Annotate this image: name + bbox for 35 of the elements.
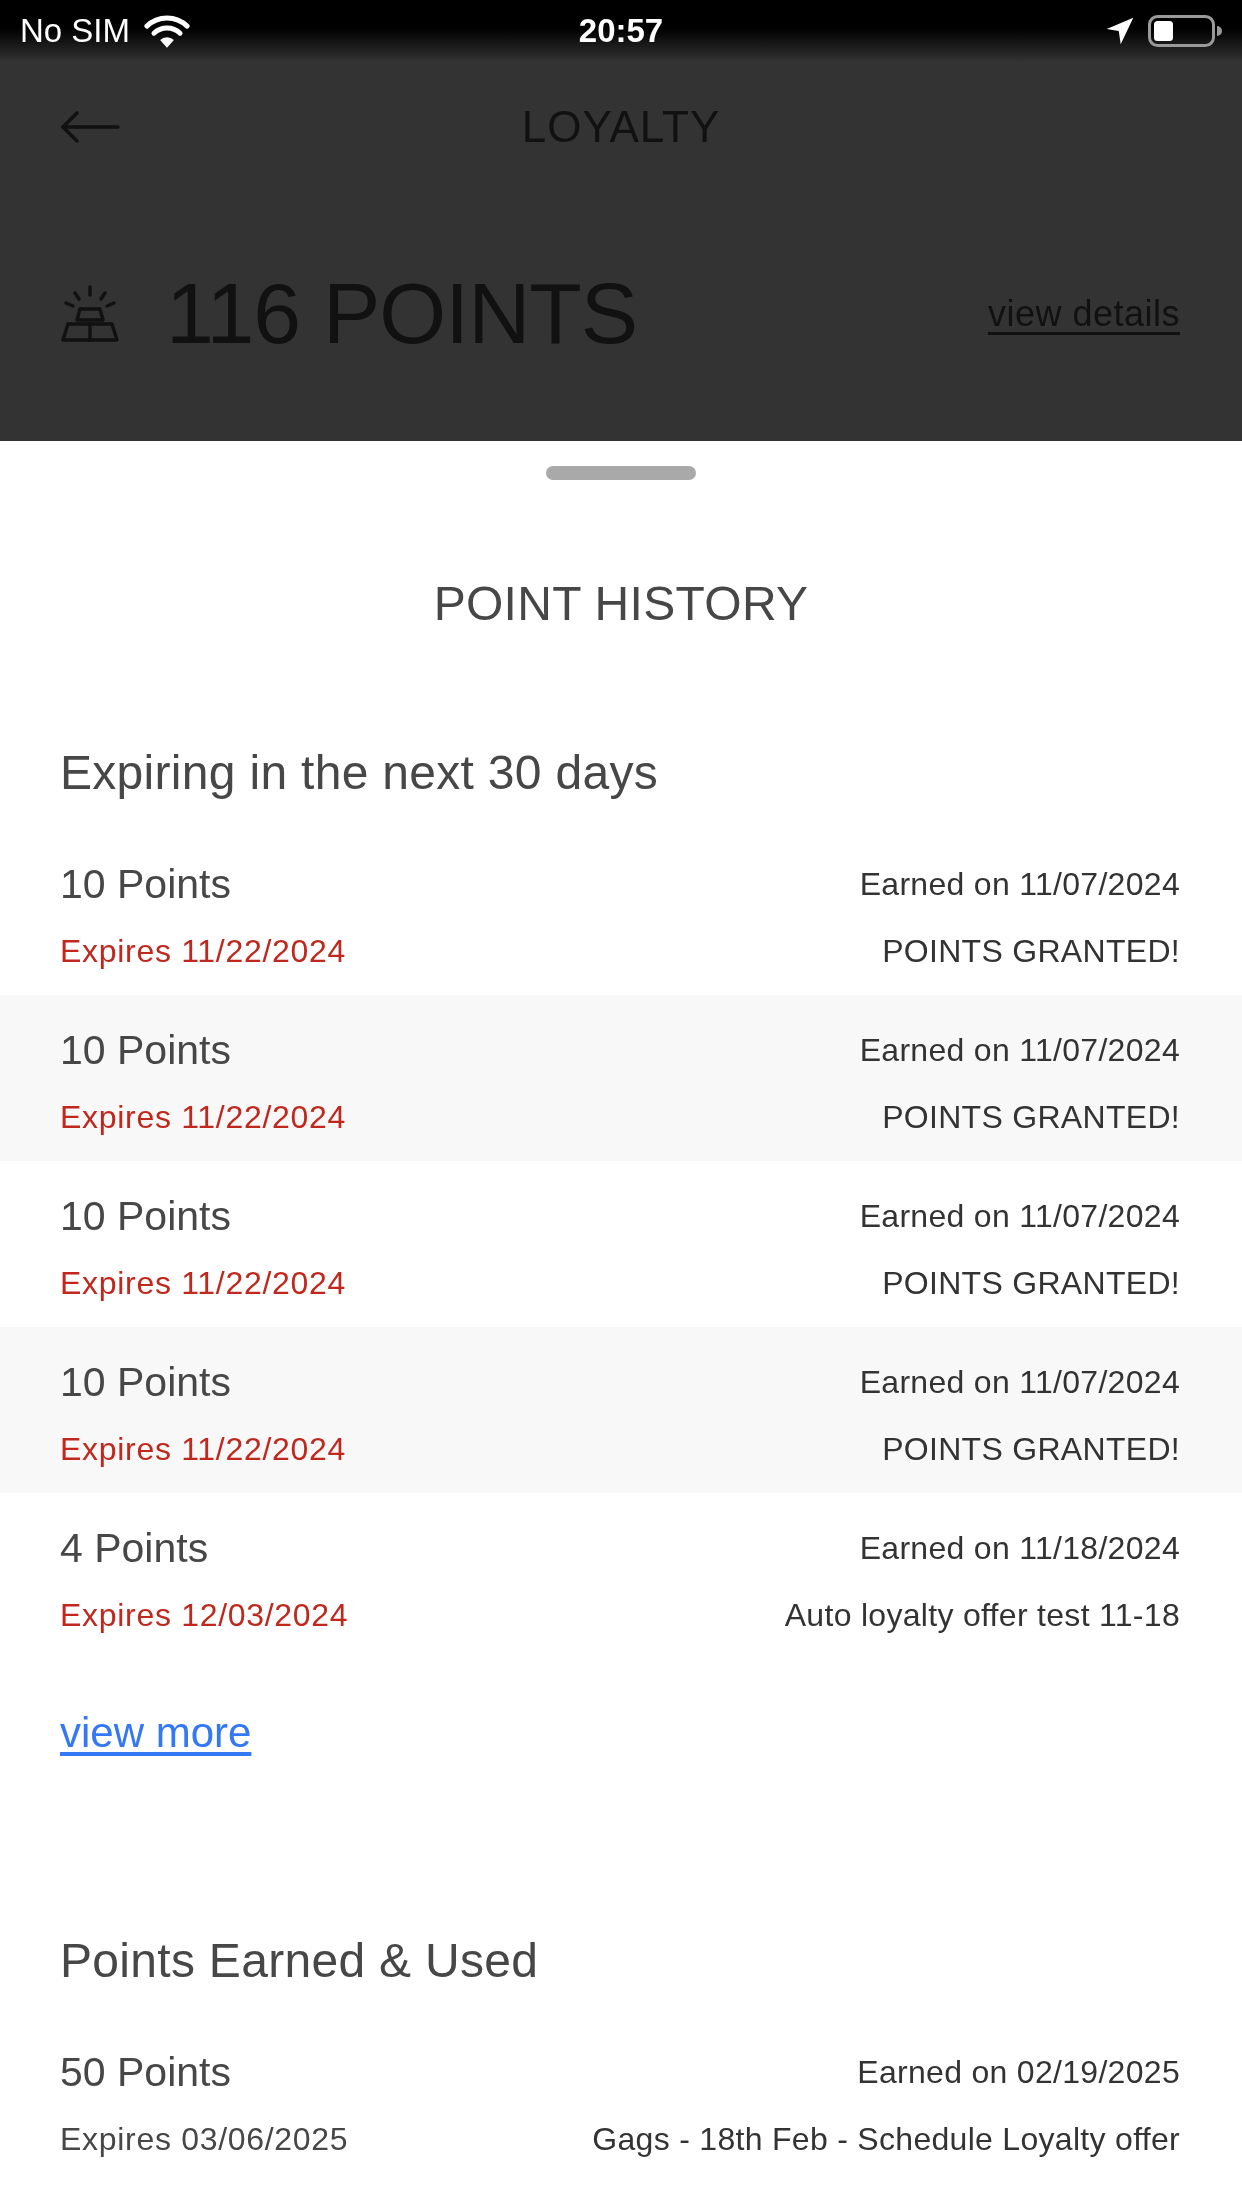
expiry-date: Expires 11/22/2024 xyxy=(60,931,346,971)
earned-date: Earned on 11/07/2024 xyxy=(859,1196,1180,1236)
points-amount: 10 Points xyxy=(60,1357,231,1407)
points-amount: 10 Points xyxy=(60,1191,231,1241)
section-heading: Points Earned & Used xyxy=(60,1932,539,1988)
transaction-description: POINTS GRANTED! xyxy=(882,931,1180,971)
transaction-description: POINTS GRANTED! xyxy=(882,1263,1180,1303)
battery-icon xyxy=(1148,15,1222,47)
wifi-icon xyxy=(144,14,191,48)
drag-handle[interactable] xyxy=(546,466,696,480)
transaction-description: POINTS GRANTED! xyxy=(882,1097,1180,1137)
transaction-description: Gags - 18th Feb - Schedule Loyalty offer xyxy=(592,2119,1180,2159)
expiry-date: Expires 11/22/2024 xyxy=(60,1429,346,1469)
expiry-date: Expires 11/22/2024 xyxy=(60,1097,346,1137)
stacked-bars-icon xyxy=(60,284,120,343)
carrier-text: No SIM xyxy=(20,12,131,50)
section-heading: Expiring in the next 30 days xyxy=(60,744,659,800)
transaction-description: Auto loyalty offer test 11-18 xyxy=(784,1595,1180,1635)
earned-date: Earned on 02/19/2025 xyxy=(857,2052,1180,2092)
earned-date: Earned on 11/07/2024 xyxy=(859,1362,1180,1402)
transaction-description: POINTS GRANTED! xyxy=(882,1429,1180,1469)
sheet-title: POINT HISTORY xyxy=(433,575,809,631)
points-amount: 10 Points xyxy=(60,859,231,909)
location-arrow-icon xyxy=(1106,17,1134,45)
expiry-date: Expires 12/03/2024 xyxy=(60,1595,349,1635)
points-amount: 10 Points xyxy=(60,1025,231,1075)
clock-time: 20:57 xyxy=(578,12,664,50)
expiry-date: Expires 03/06/2025 xyxy=(60,2119,349,2159)
earned-date: Earned on 11/18/2024 xyxy=(859,1528,1180,1568)
earned-date: Earned on 11/07/2024 xyxy=(859,864,1180,904)
expiry-date: Expires 11/22/2024 xyxy=(60,1263,346,1303)
view-more-link[interactable]: view more xyxy=(60,1709,252,1757)
points-amount: 4 Points xyxy=(60,1523,209,1573)
earned-date: Earned on 11/07/2024 xyxy=(859,1030,1180,1070)
points-amount: 50 Points xyxy=(60,2047,231,2097)
